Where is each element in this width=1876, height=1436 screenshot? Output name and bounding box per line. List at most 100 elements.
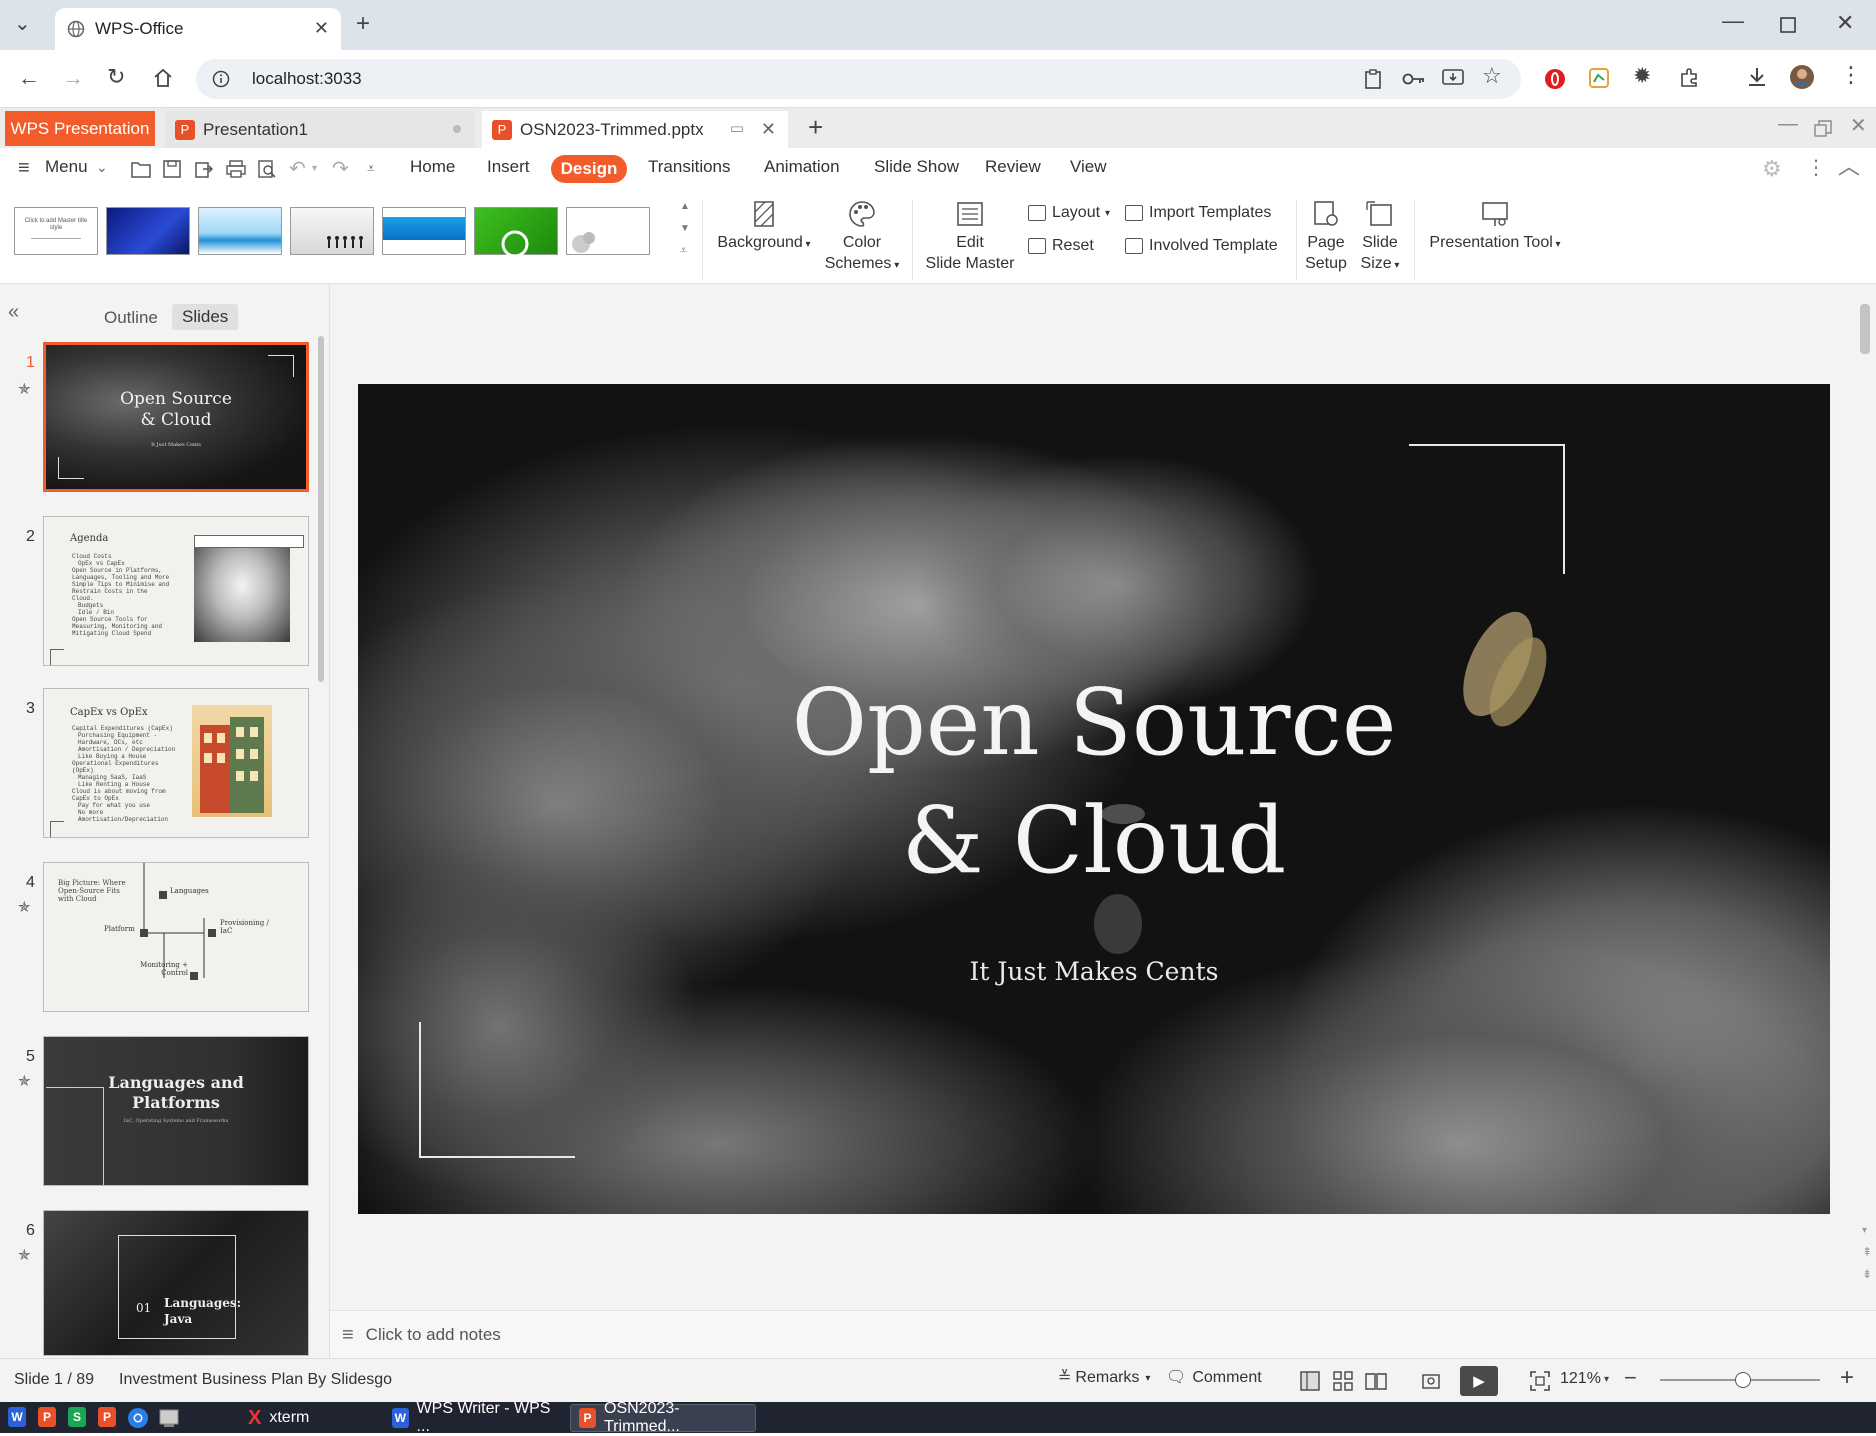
- close-tab-icon[interactable]: ✕: [314, 19, 329, 37]
- customize-toolbar-icon[interactable]: ⩡: [367, 161, 375, 175]
- wps-writer-launcher-icon[interactable]: W: [8, 1407, 26, 1427]
- reload-icon[interactable]: ↻: [107, 66, 125, 88]
- minimize-window-icon[interactable]: —: [1722, 10, 1744, 32]
- save-icon[interactable]: [163, 160, 181, 178]
- redo-icon[interactable]: ↷: [332, 159, 349, 179]
- undo-dropdown-icon[interactable]: ▾: [312, 164, 317, 174]
- browser-tab[interactable]: WPS-Office ✕: [55, 8, 341, 50]
- chevron-down-icon[interactable]: ⌄: [96, 160, 108, 174]
- avatar[interactable]: [1789, 64, 1815, 90]
- extension-red-icon[interactable]: [1544, 68, 1566, 90]
- key-icon[interactable]: [1402, 70, 1426, 88]
- slide-title[interactable]: Open Source & Cloud: [558, 664, 1630, 900]
- collapse-ribbon-icon[interactable]: ︿: [1838, 156, 1860, 178]
- comment-button[interactable]: 🗨 Comment: [1166, 1369, 1262, 1387]
- taskbar-wps-writer[interactable]: W WPS Writer - WPS ...: [384, 1400, 564, 1435]
- theme-name[interactable]: Investment Business Plan By Slidesgo: [119, 1371, 392, 1389]
- undo-icon[interactable]: ↶: [289, 159, 306, 179]
- slide-size-button[interactable]: Slide Size ▾: [1354, 200, 1406, 276]
- slide-thumb-1[interactable]: Open Source & Cloud It Just Makes Cents: [43, 342, 309, 492]
- reading-view-icon[interactable]: [1365, 1371, 1387, 1391]
- wps-spreadsheet-launcher-icon[interactable]: S: [68, 1407, 86, 1427]
- close-doc-tab-icon[interactable]: ✕: [761, 120, 776, 138]
- download-icon[interactable]: [1746, 66, 1768, 88]
- print-icon[interactable]: [226, 160, 246, 178]
- clipboard-icon[interactable]: [1363, 69, 1383, 89]
- involved-template-button[interactable]: Involved Template: [1125, 237, 1278, 255]
- hamburger-icon[interactable]: ≡: [18, 158, 30, 178]
- background-button[interactable]: Background ▾: [712, 200, 816, 255]
- extension-gear-icon[interactable]: ✹: [1633, 65, 1651, 87]
- wps-close-icon[interactable]: ✕: [1850, 116, 1867, 136]
- next-slide-icon[interactable]: ⇟: [1862, 1268, 1872, 1280]
- settings-gear-icon[interactable]: ⚙: [1762, 158, 1782, 180]
- taskbar-xterm[interactable]: X xterm: [240, 1404, 380, 1432]
- wps-restore-icon[interactable]: [1814, 120, 1832, 138]
- tab-transitions[interactable]: Transitions: [648, 157, 731, 177]
- prev-slide-icon[interactable]: ⇞: [1862, 1246, 1872, 1258]
- bookmark-star-icon[interactable]: ☆: [1482, 65, 1502, 87]
- url-bar[interactable]: localhost:3033: [196, 59, 1521, 99]
- edit-slide-master-button[interactable]: Edit Slide Master: [920, 200, 1020, 274]
- doc-tab-osn2023[interactable]: P OSN2023-Trimmed.pptx ▭ ✕: [482, 111, 788, 148]
- pin-tab-icon[interactable]: ▭: [730, 121, 744, 136]
- reset-button[interactable]: Reset: [1028, 237, 1094, 255]
- zoom-slider-handle[interactable]: [1735, 1372, 1751, 1388]
- slide-thumb-4[interactable]: Big Picture: Where Open-Source Fits with…: [43, 862, 309, 1012]
- chrome-launcher-icon[interactable]: [127, 1407, 149, 1429]
- maximize-window-icon[interactable]: [1780, 17, 1796, 33]
- theme-thumb-floral[interactable]: [566, 207, 650, 255]
- open-folder-icon[interactable]: [131, 160, 151, 178]
- tab-insert[interactable]: Insert: [487, 157, 530, 177]
- scroll-down-icon[interactable]: ▾: [1862, 1226, 1867, 1236]
- layout-button[interactable]: Layout ▾: [1028, 204, 1110, 222]
- tab-animation[interactable]: Animation: [764, 157, 840, 177]
- gallery-scroll-up-icon[interactable]: ▲: [680, 202, 690, 212]
- tab-slides[interactable]: Slides: [172, 304, 239, 330]
- export-pdf-icon[interactable]: [195, 160, 213, 178]
- slide-thumb-3[interactable]: CapEx vs OpEx Capital Expenditures (CapE…: [43, 688, 309, 838]
- new-tab-icon[interactable]: +: [356, 12, 370, 36]
- normal-view-icon[interactable]: [1300, 1371, 1320, 1391]
- theme-thumb-wave[interactable]: [198, 207, 282, 255]
- remarks-button[interactable]: ≚ Remarks ▾: [1058, 1369, 1150, 1387]
- import-templates-button[interactable]: Import Templates: [1125, 204, 1271, 222]
- current-slide[interactable]: Open Source & Cloud It Just Makes Cents: [358, 384, 1830, 1214]
- color-schemes-button[interactable]: Color Schemes ▾: [818, 200, 906, 276]
- presentation-tool-button[interactable]: Presentation Tool ▾: [1422, 200, 1568, 255]
- fit-window-icon[interactable]: [1530, 1371, 1550, 1391]
- slide-subtitle[interactable]: It Just Makes Cents: [694, 957, 1494, 986]
- tab-review[interactable]: Review: [985, 157, 1041, 177]
- wps-presentation-launcher-icon[interactable]: P: [38, 1407, 56, 1427]
- tab-design[interactable]: Design: [551, 155, 627, 183]
- tab-outline[interactable]: Outline: [100, 306, 162, 330]
- gallery-expand-icon[interactable]: ⩡: [680, 244, 687, 256]
- slide-thumb-6[interactable]: 01 Languages: Java: [43, 1210, 309, 1356]
- notes-pane[interactable]: ≡ Click to add notes: [330, 1310, 1876, 1358]
- panel-scrollbar[interactable]: [318, 336, 324, 682]
- print-preview-icon[interactable]: [258, 160, 276, 178]
- slide-thumb-2[interactable]: Agenda Cloud Costs OpEx vs CapEx Open So…: [43, 516, 309, 666]
- extensions-puzzle-icon[interactable]: [1679, 68, 1699, 88]
- gallery-scroll-down-icon[interactable]: ▼: [680, 224, 690, 234]
- menu-button[interactable]: Menu: [45, 157, 88, 177]
- site-info-icon[interactable]: [212, 70, 230, 88]
- doc-tab-presentation1[interactable]: P Presentation1: [165, 111, 475, 148]
- home-icon[interactable]: [153, 68, 173, 88]
- tab-slideshow[interactable]: Slide Show: [874, 157, 959, 177]
- zoom-out-icon[interactable]: −: [1624, 1367, 1637, 1389]
- wps-minimize-icon[interactable]: —: [1778, 114, 1798, 134]
- canvas-scrollbar[interactable]: [1860, 304, 1870, 354]
- play-slideshow-button[interactable]: ▶: [1460, 1366, 1498, 1396]
- wps-pdf-launcher-icon[interactable]: P: [98, 1407, 116, 1427]
- browser-menu-icon[interactable]: ⋮: [1840, 64, 1862, 86]
- collapse-panel-icon[interactable]: «: [8, 302, 19, 322]
- theme-thumb-green[interactable]: [474, 207, 558, 258]
- tab-search-chevron-icon[interactable]: ⌄: [14, 14, 31, 34]
- taskbar-wps-presentation[interactable]: P OSN2023-Trimmed...: [570, 1400, 756, 1435]
- install-app-icon[interactable]: [1442, 68, 1464, 88]
- presenter-view-icon[interactable]: [1420, 1371, 1442, 1391]
- theme-thumb-blank[interactable]: Click to add Master title style: [14, 207, 98, 255]
- zoom-level[interactable]: 121%: [1560, 1370, 1601, 1388]
- new-doc-tab-icon[interactable]: +: [808, 114, 823, 140]
